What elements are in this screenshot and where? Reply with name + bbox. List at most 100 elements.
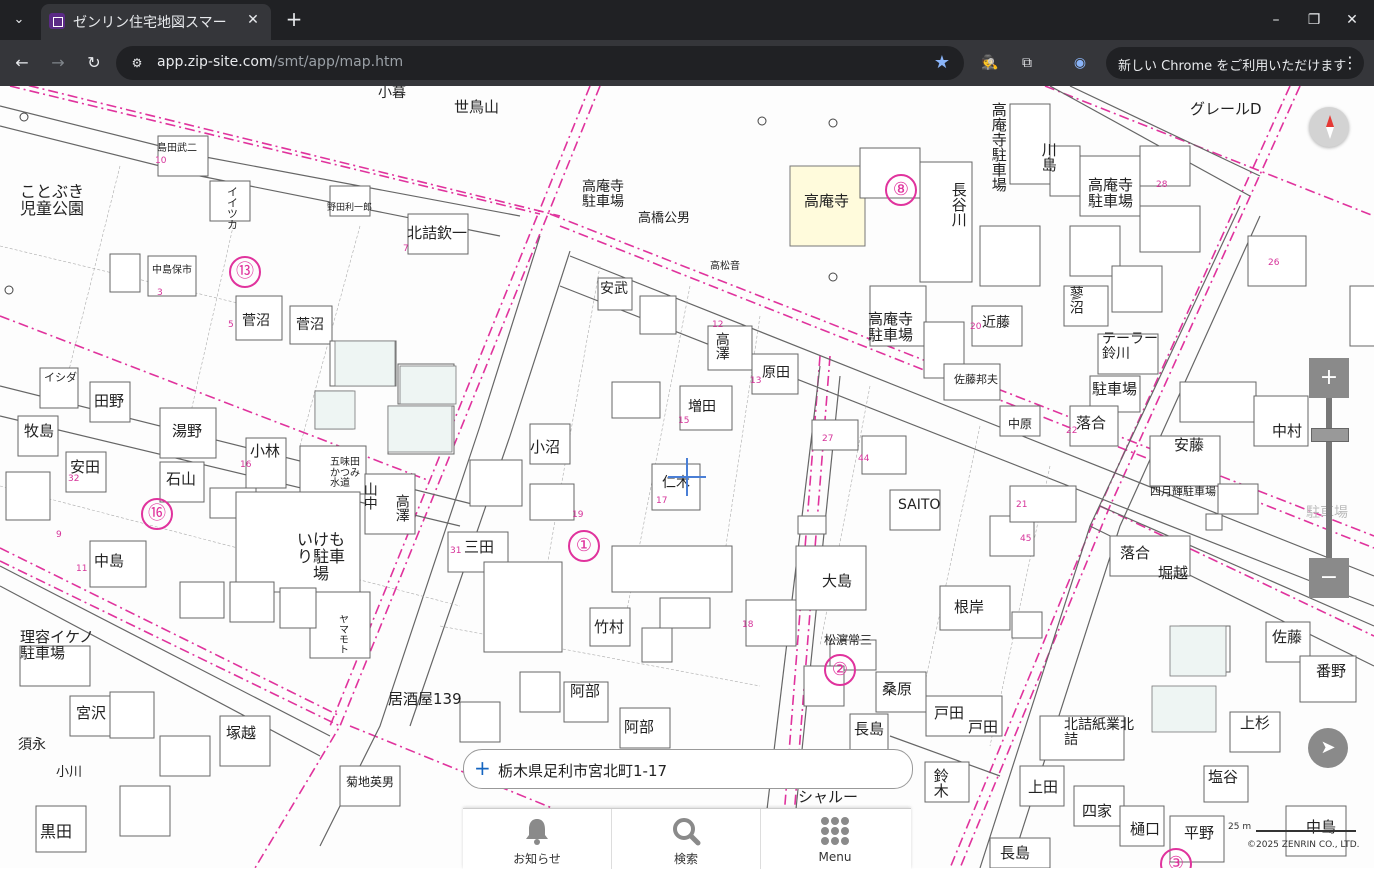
lot-number: 21	[1016, 500, 1028, 510]
spy-extension-icon[interactable]: 🕵	[980, 53, 1000, 73]
browser-tab[interactable]: ゼンリン住宅地図スマー ✕	[41, 4, 271, 40]
minimize-icon[interactable]: –	[1266, 10, 1286, 30]
navigation-arrow-icon[interactable]: ➤	[1308, 728, 1348, 768]
lot-number: 16	[240, 460, 252, 470]
map-label: 駐車場	[1092, 380, 1138, 398]
puzzle-icon[interactable]: ⧉	[1017, 53, 1037, 73]
map-label: 高庵寺駐車場	[868, 310, 914, 344]
map-label: 堀越	[1158, 564, 1189, 582]
profile-icon[interactable]: ◉	[1070, 53, 1090, 73]
search-label: 検索	[673, 852, 698, 866]
tab-list-chevron-down-icon[interactable]: ⌄	[6, 8, 32, 32]
map-label: 島田武二	[157, 143, 197, 154]
lot-number: 22	[1066, 426, 1078, 436]
reload-icon[interactable]: ↻	[82, 51, 106, 75]
map-label: 竹村	[594, 618, 625, 636]
lot-number: 9	[56, 530, 62, 540]
zoom-slider-handle[interactable]	[1311, 428, 1349, 442]
map-label: 中島保市	[152, 265, 192, 276]
map-label: 塚越	[226, 724, 257, 742]
map-label: 佐藤	[1272, 628, 1303, 646]
chrome-update-chip[interactable]: 新しい Chrome をご利用いただけます ⋮	[1106, 47, 1364, 79]
block-number-2: ②	[824, 654, 856, 686]
map-label: 小川	[56, 765, 83, 780]
lot-number: 15	[678, 416, 690, 426]
lot-number: 27	[822, 434, 834, 444]
map-label: 中村	[1272, 422, 1303, 440]
map-label: 湯野	[172, 422, 203, 440]
browser-tab-strip: ⌄ ゼンリン住宅地図スマー ✕ + – ❐ ✕	[0, 0, 1374, 40]
map-label-ikemori-parking: いけもり駐車場	[296, 530, 345, 583]
lot-number: 28	[1156, 180, 1168, 190]
address-bar[interactable]: ⚙ app.zip-site.com/smt/app/map.htm ★	[116, 46, 964, 80]
lot-number: 20	[970, 322, 982, 332]
notifications-label: お知らせ	[513, 852, 561, 866]
map-label: 上杉	[1240, 714, 1271, 732]
url-host: app.zip-site.com	[157, 54, 273, 70]
url-text[interactable]: app.zip-site.com/smt/app/map.htm	[157, 54, 403, 70]
map-label: 高澤	[393, 494, 410, 522]
window-close-icon[interactable]: ✕	[1342, 10, 1362, 30]
map-label: 四月輝駐車場	[1150, 485, 1216, 498]
new-tab-plus-icon[interactable]: +	[282, 8, 306, 32]
notifications-button[interactable]: お知らせ	[463, 809, 612, 869]
map-label: 松濵常三	[824, 633, 873, 647]
map-label: 戸田	[934, 704, 965, 722]
update-label: 新しい Chrome をご利用いただけます	[1118, 59, 1347, 74]
block-number-16: ⑯	[141, 498, 173, 530]
bookmark-star-icon[interactable]: ★	[934, 52, 950, 73]
zoom-slider-track[interactable]	[1326, 398, 1332, 558]
back-arrow-icon[interactable]: ←	[10, 51, 34, 75]
maximize-icon[interactable]: ❐	[1304, 10, 1324, 30]
map-label: 菅沼	[242, 313, 270, 329]
map-label: テーラー鈴川	[1102, 331, 1158, 362]
lot-number: 31	[450, 546, 462, 556]
menu-button[interactable]: Menu	[761, 809, 909, 869]
compass-icon[interactable]	[1309, 107, 1349, 147]
map-label: 高庵寺駐車場	[989, 102, 1008, 192]
map-label: 近藤	[982, 315, 1010, 331]
kebab-icon[interactable]: ⋮	[1342, 53, 1358, 72]
tab-close-icon[interactable]: ✕	[243, 10, 263, 30]
map-label: 高澤	[713, 332, 730, 360]
lot-number: 26	[1268, 258, 1280, 268]
map-label: 小暮	[378, 86, 406, 101]
map-label: 川島	[1039, 142, 1058, 172]
map-crosshair-horizontal	[668, 476, 706, 478]
menu-label: Menu	[818, 850, 852, 864]
search-button[interactable]: 検索	[612, 809, 761, 869]
current-address-box[interactable]: + 栃木県足利市宮北町1-17	[463, 749, 913, 789]
zoom-out-button[interactable]: −	[1309, 558, 1349, 598]
lot-number: 17	[656, 496, 668, 506]
map-label: 長島	[1000, 844, 1031, 862]
forward-arrow-icon[interactable]: →	[46, 51, 70, 75]
map-label: 樋口	[1130, 820, 1161, 838]
map-label: 小沼	[530, 438, 561, 456]
map-label: 戸田	[968, 718, 999, 736]
map-label: シャルー	[798, 788, 859, 806]
crosshair-plus-icon: +	[474, 756, 491, 780]
map-label: 中原	[1008, 417, 1033, 431]
map-label: 原田	[762, 365, 790, 381]
map-label: 長島	[854, 720, 885, 738]
zoom-in-button[interactable]: +	[1309, 358, 1349, 398]
map-label: 増田	[688, 399, 716, 415]
lot-number: 10	[155, 156, 167, 166]
map-label: 北詰紙業北詰	[1064, 717, 1134, 748]
map-label: 須永	[18, 737, 46, 753]
scale-label: 25 m	[1228, 822, 1252, 832]
scale-line	[1256, 830, 1356, 832]
map-label: 北詰欽一	[407, 224, 468, 242]
map-label: 居酒屋139	[388, 690, 462, 708]
map-label: 四家	[1082, 802, 1113, 820]
map-label: 落合	[1120, 544, 1151, 562]
map-label: 長谷川	[949, 182, 968, 227]
lot-number: 11	[76, 564, 88, 574]
map-label: 佐藤邦夫	[954, 373, 998, 386]
lot-number: 3	[157, 288, 163, 298]
map-label: 平野	[1184, 824, 1215, 842]
site-info-icon[interactable]: ⚙	[128, 54, 146, 72]
map-label: 上田	[1028, 778, 1059, 796]
map-label: 三田	[464, 538, 495, 556]
map-label: 桑原	[882, 680, 913, 698]
